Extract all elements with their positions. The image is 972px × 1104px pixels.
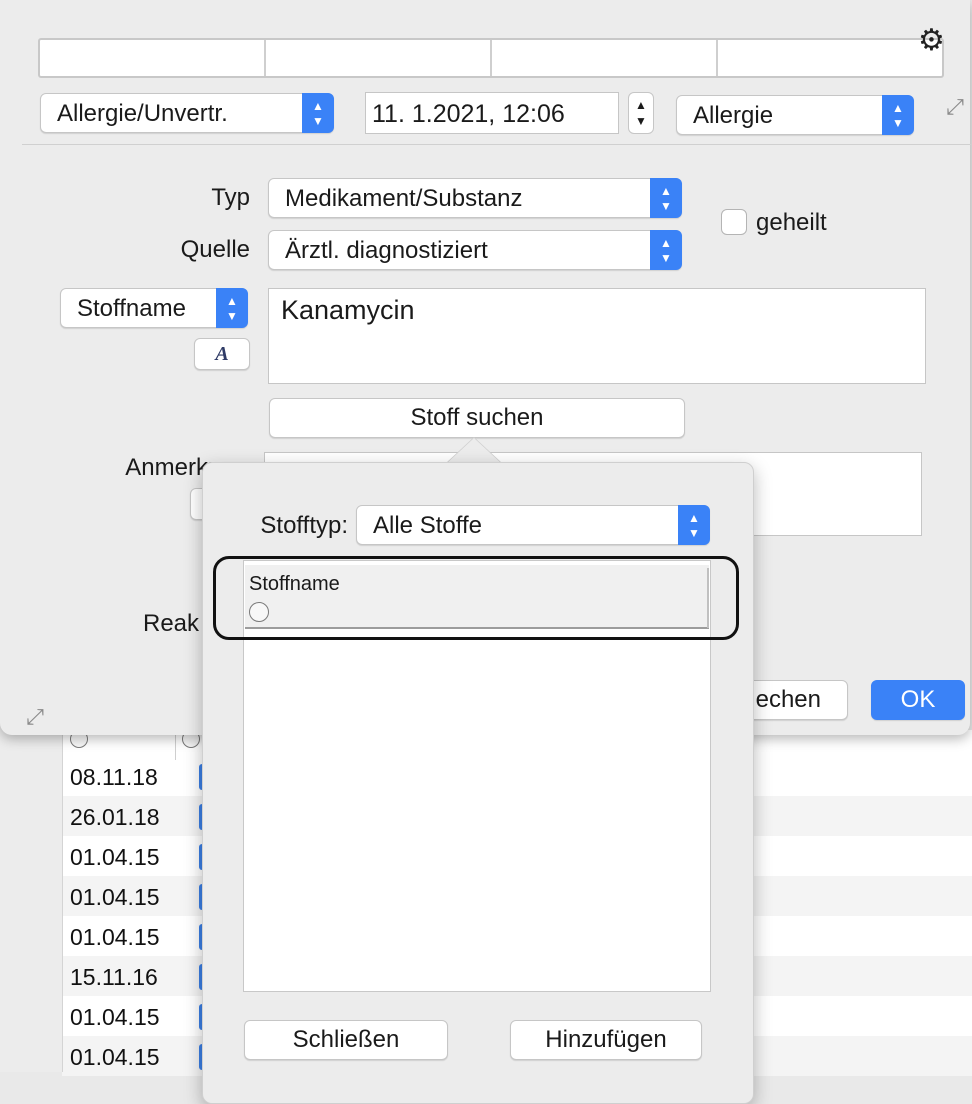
resize-arrows-icon[interactable]: ⤢ — [20, 702, 50, 732]
datetime-field[interactable]: 11. 1.2021, 12:06 — [365, 92, 619, 134]
reaktion-label: Reak — [143, 610, 200, 637]
table-row-date[interactable]: 08.11.18 — [70, 764, 158, 791]
stoff-suchen-label: Stoff suchen — [410, 404, 544, 431]
quelle-popup-label: Ärztl. diagnostiziert — [285, 237, 488, 264]
annotation-highlight — [213, 556, 739, 640]
geheilt-checkbox[interactable] — [721, 209, 747, 235]
font-button[interactable]: A — [194, 338, 250, 370]
kind-popup-label: Allergie — [693, 102, 774, 129]
table-row-date[interactable]: 01.04.15 — [70, 1004, 160, 1031]
font-icon: A — [215, 343, 229, 365]
stoff-suchen-button[interactable]: Stoff suchen — [269, 398, 685, 438]
chevron-updown-icon: ▲ ▼ — [678, 505, 710, 545]
chevron-updown-icon: ▲ ▼ — [650, 230, 682, 270]
table-row-date[interactable]: 01.04.15 — [70, 1044, 160, 1071]
background-sidebar — [0, 730, 63, 1072]
table-row-date[interactable]: 01.04.15 — [70, 884, 160, 911]
hinzufuegen-button[interactable]: Hinzufügen — [510, 1020, 702, 1060]
quelle-popup[interactable]: Ärztl. diagnostiziert ▲ ▼ — [268, 230, 682, 270]
header-cell[interactable] — [718, 40, 942, 76]
header-cell[interactable] — [492, 40, 718, 76]
table-row-date[interactable]: 15.11.16 — [70, 964, 158, 991]
gear-icon[interactable]: ⚙ — [918, 26, 945, 56]
header-cell[interactable] — [40, 40, 266, 76]
hinzufuegen-label: Hinzufügen — [545, 1026, 667, 1053]
geheilt-label: geheilt — [756, 209, 827, 236]
schliessen-label: Schließen — [292, 1026, 400, 1053]
typ-popup-label: Medikament/Substanz — [285, 185, 523, 212]
datetime-value: 11. 1.2021, 12:06 — [372, 100, 565, 128]
typ-label: Typ — [211, 184, 250, 211]
chevron-updown-icon: ▲ ▼ — [882, 95, 914, 135]
category-popup-label: Allergie/Unvertr. — [57, 100, 228, 127]
table-row-date[interactable]: 01.04.15 — [70, 844, 160, 871]
schliessen-button[interactable]: Schließen — [244, 1020, 448, 1060]
separator — [22, 144, 972, 145]
chevron-updown-icon: ▲ ▼ — [216, 288, 248, 328]
popover-arrow — [446, 438, 502, 464]
chevron-updown-icon: ▲ ▼ — [302, 93, 334, 133]
stoffname-popup[interactable]: Stoffname ▲ ▼ — [60, 288, 248, 328]
stoffname-popup-label: Stoffname — [77, 295, 186, 322]
table-row-date[interactable]: 01.04.15 — [70, 924, 160, 951]
kind-popup[interactable]: Allergie ▲ ▼ — [676, 95, 914, 135]
header-table — [38, 38, 944, 78]
ok-button-label: OK — [900, 686, 936, 713]
stoffname-value: Kanamycin — [281, 295, 415, 325]
stofftyp-label: Stofftyp: — [260, 512, 348, 539]
table-row-date[interactable]: 26.01.18 — [70, 804, 160, 831]
stoffname-field[interactable]: Kanamycin — [268, 288, 926, 384]
ok-button[interactable]: OK — [871, 680, 965, 720]
datetime-stepper[interactable]: ▲ ▼ — [628, 92, 654, 134]
chevron-updown-icon: ▲ ▼ — [650, 178, 682, 218]
quelle-label: Quelle — [180, 236, 250, 263]
stofftyp-popup-label: Alle Stoffe — [373, 512, 482, 539]
resize-arrows-icon[interactable]: ⤢ — [940, 92, 970, 122]
category-popup[interactable]: Allergie/Unvertr. ▲ ▼ — [40, 93, 334, 133]
header-cell[interactable] — [266, 40, 492, 76]
typ-popup[interactable]: Medikament/Substanz ▲ ▼ — [268, 178, 682, 218]
delete-button-label: echen — [755, 686, 821, 713]
stofftyp-popup[interactable]: Alle Stoffe ▲ ▼ — [356, 505, 710, 545]
